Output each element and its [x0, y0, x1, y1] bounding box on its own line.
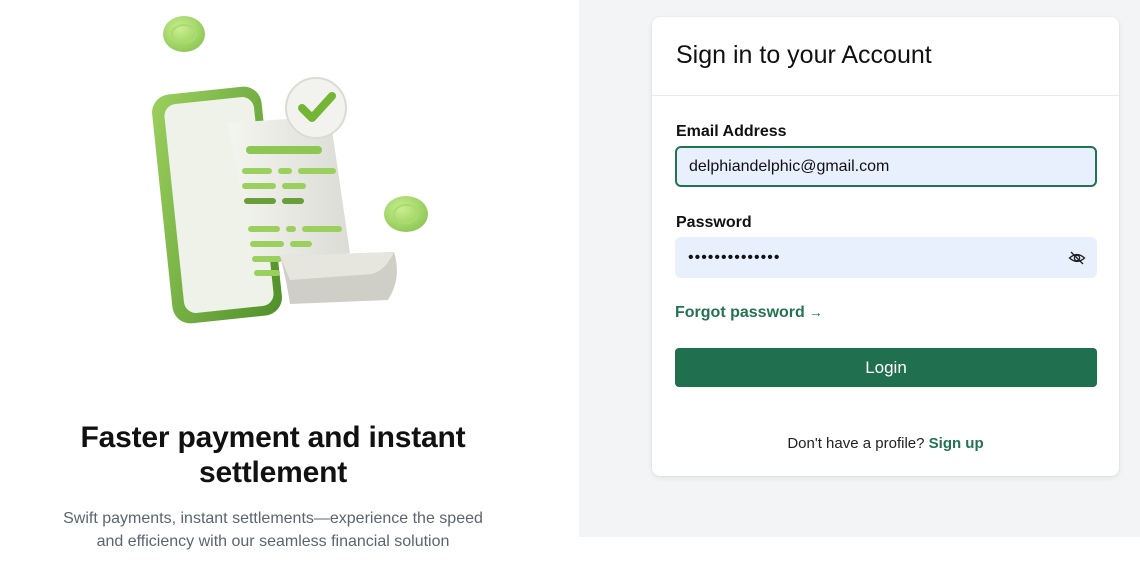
signup-prompt: Don't have a profile?: [787, 435, 925, 452]
forgot-password-label: Forgot password: [675, 304, 805, 321]
email-field[interactable]: [675, 146, 1097, 187]
footer-strip: [579, 537, 1140, 563]
forgot-password-link[interactable]: Forgot password →: [675, 304, 823, 322]
login-button[interactable]: Login: [675, 348, 1097, 387]
arrow-right-icon: →: [808, 304, 823, 320]
coin-icon: [384, 196, 428, 232]
promo-panel: Faster payment and instant settlement Sw…: [0, 0, 579, 563]
login-title: Sign in to your Account: [676, 41, 932, 69]
login-card: Sign in to your Account Email Address Pa…: [652, 17, 1119, 476]
check-badge-icon: [285, 77, 347, 139]
promo-description: Swift payments, instant settlements—expe…: [63, 510, 483, 550]
card-divider: [652, 95, 1119, 96]
email-label: Email Address: [676, 123, 787, 140]
signup-link[interactable]: Sign up: [929, 435, 984, 452]
coin-icon: [163, 16, 205, 52]
password-field[interactable]: [675, 237, 1097, 278]
password-label: Password: [676, 214, 752, 231]
payment-receipt-illustration: [152, 16, 428, 324]
promo-title: Faster payment and instant settlement: [80, 421, 466, 489]
signup-row: Don't have a profile? Sign up: [652, 435, 1119, 452]
eye-off-icon[interactable]: [1068, 249, 1086, 267]
